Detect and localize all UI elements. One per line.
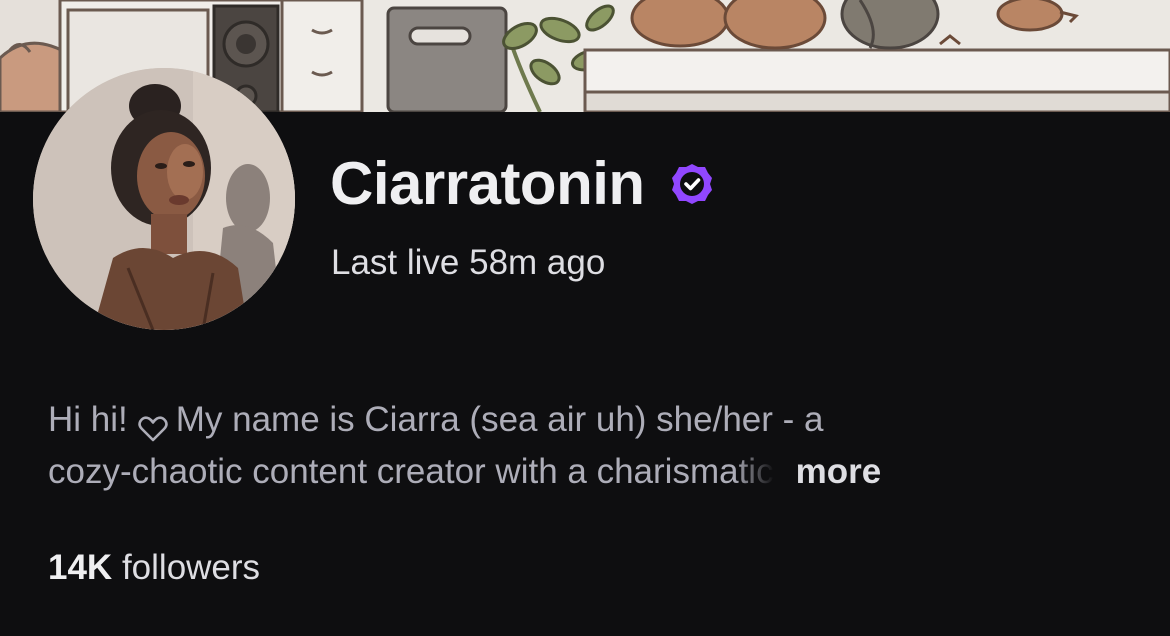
bio-text-intro: My name is Ciarra (sea air uh) she/her -… xyxy=(175,400,824,439)
followers-count[interactable]: 14K followers xyxy=(48,545,260,591)
followers-label: followers xyxy=(121,548,261,587)
channel-name[interactable]: Ciarratonin xyxy=(330,148,645,220)
bio-line-2: cozy-chaotic content creator with a char… xyxy=(48,446,1128,498)
avatar[interactable] xyxy=(33,68,295,330)
bio-text-greeting: Hi hi! xyxy=(48,400,128,439)
bio-text-description: cozy-chaotic content creator with a char… xyxy=(48,452,774,491)
bio-fade xyxy=(733,450,774,494)
bio-more-button[interactable]: more xyxy=(796,446,882,498)
channel-bio: Hi hi! My name is Ciarra (sea air uh) sh… xyxy=(48,394,1128,498)
bio-line-1: Hi hi! My name is Ciarra (sea air uh) sh… xyxy=(48,394,1128,446)
heart-outline-icon xyxy=(137,406,168,442)
avatar-photo xyxy=(33,68,295,330)
last-live-status: Last live 58m ago xyxy=(331,243,606,282)
followers-number: 14K xyxy=(48,548,113,587)
verified-badge-icon xyxy=(671,163,713,205)
channel-name-row: Ciarratonin xyxy=(330,148,713,220)
